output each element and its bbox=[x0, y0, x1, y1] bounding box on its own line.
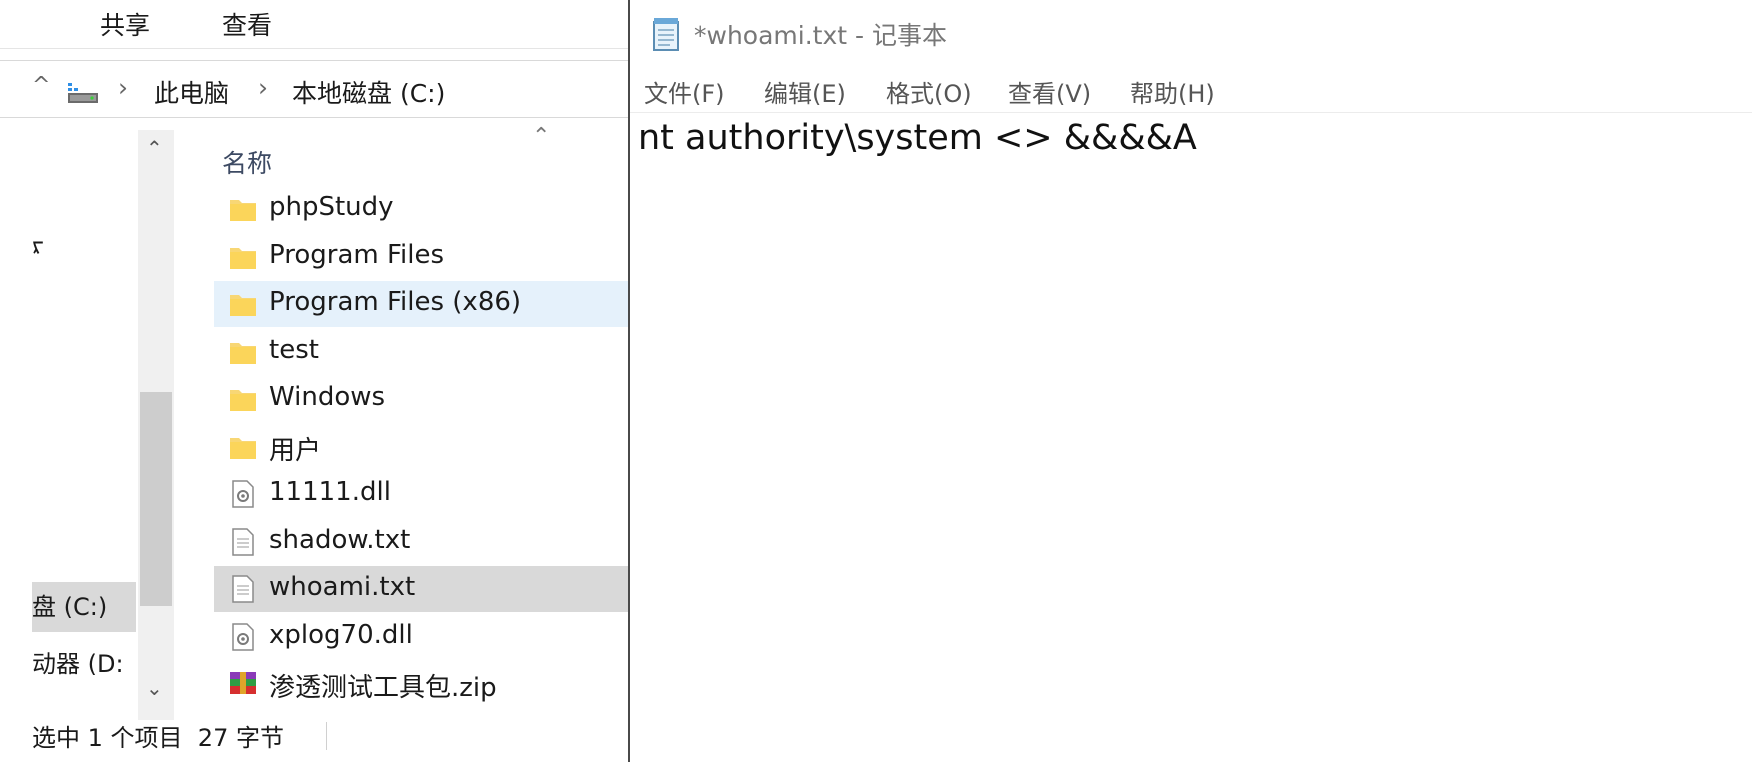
nav-scrollbar-thumb[interactable] bbox=[140, 392, 172, 606]
nav-item-drive-d[interactable]: 动器 (D: bbox=[32, 644, 124, 679]
navigation-pane: ᡵ 盘 (C:) 动器 (D: bbox=[0, 118, 140, 724]
file-name: Windows bbox=[269, 382, 386, 412]
text-file-icon bbox=[232, 527, 254, 556]
sort-ascending-icon: ⌃ bbox=[532, 124, 551, 149]
folder-icon bbox=[230, 437, 256, 459]
breadcrumb-local-disk[interactable]: 本地磁盘 (C:) bbox=[292, 74, 445, 110]
file-row[interactable]: Program Files bbox=[214, 234, 632, 280]
file-explorer-window: 共享 查看 ^ › 此电脑 › 本地磁盘 (C:) ᡵ 盘 (C:) 动器 (D… bbox=[0, 0, 632, 762]
tab-share[interactable]: 共享 bbox=[100, 6, 150, 42]
notepad-window: *whoami.txt - 记事本 文件(F) 编辑(E) 格式(O) 查看(V… bbox=[628, 0, 1752, 762]
tab-view[interactable]: 查看 bbox=[222, 6, 272, 42]
file-row[interactable]: shadow.txt bbox=[214, 519, 632, 565]
menu-help[interactable]: 帮助(H) bbox=[1130, 74, 1215, 109]
folder-icon bbox=[230, 295, 256, 316]
file-name: xplog70.dll bbox=[269, 619, 413, 650]
file-name: phpStudy bbox=[269, 192, 394, 222]
file-name: test bbox=[269, 334, 319, 365]
up-arrow-icon[interactable]: ^ bbox=[32, 73, 50, 98]
menu-file[interactable]: 文件(F) bbox=[644, 74, 725, 109]
file-row[interactable]: 11111.dll bbox=[214, 471, 632, 517]
file-name: Program Files bbox=[269, 239, 445, 270]
chevron-right-icon[interactable]: › bbox=[118, 73, 128, 102]
file-row[interactable]: Program Files (x86) bbox=[214, 281, 632, 327]
nav-item-local-disk-c[interactable]: 盘 (C:) bbox=[32, 582, 136, 632]
menu-bar: 文件(F) 编辑(E) 格式(O) 查看(V) 帮助(H) bbox=[630, 70, 1752, 113]
folder-icon bbox=[230, 200, 256, 221]
scroll-up-icon[interactable]: ⌃ bbox=[146, 136, 163, 160]
status-divider bbox=[326, 722, 327, 750]
file-row[interactable]: xplog70.dll bbox=[214, 614, 632, 660]
file-name: shadow.txt bbox=[269, 524, 411, 555]
folder-icon bbox=[230, 247, 256, 269]
file-row[interactable]: 用户 bbox=[214, 424, 632, 470]
winrar-archive-icon bbox=[230, 672, 256, 694]
menu-view[interactable]: 查看(V) bbox=[1008, 74, 1091, 109]
status-size: 27 字节 bbox=[197, 724, 284, 752]
folder-icon bbox=[230, 342, 256, 364]
file-row[interactable]: phpStudy bbox=[214, 186, 632, 232]
this-pc-drive-icon bbox=[68, 83, 98, 103]
column-header-name[interactable]: 名称 bbox=[222, 144, 272, 180]
file-name: 11111.dll bbox=[269, 477, 391, 507]
address-bar[interactable]: ^ › 此电脑 › 本地磁盘 (C:) bbox=[0, 60, 632, 118]
status-bar: 选中 1 个项目 27 字节 bbox=[32, 718, 284, 753]
window-title: *whoami.txt - 记事本 bbox=[694, 21, 947, 50]
file-name: whoami.txt bbox=[269, 572, 416, 602]
file-row[interactable]: Windows bbox=[214, 376, 632, 422]
status-selection: 选中 1 个项目 bbox=[32, 724, 183, 752]
text-file-icon bbox=[232, 575, 254, 603]
breadcrumb-this-pc[interactable]: 此电脑 bbox=[154, 74, 229, 110]
nav-item-partial[interactable]: ᡵ bbox=[32, 218, 44, 260]
dll-file-icon bbox=[232, 480, 254, 508]
file-name: 用户 bbox=[269, 435, 322, 466]
text-editor-area[interactable]: nt authority\system <> &&&&A bbox=[638, 118, 1197, 158]
file-name: Program Files (x86) bbox=[269, 287, 522, 317]
scroll-down-icon[interactable]: ⌄ bbox=[146, 676, 163, 700]
file-name: 渗透测试工具包.zip bbox=[269, 673, 497, 703]
file-row[interactable]: 渗透测试工具包.zip bbox=[214, 661, 632, 707]
chevron-right-icon[interactable]: › bbox=[258, 73, 268, 102]
dll-file-icon bbox=[232, 622, 254, 651]
notepad-icon bbox=[653, 18, 679, 51]
menu-edit[interactable]: 编辑(E) bbox=[764, 74, 846, 109]
file-row[interactable]: test bbox=[214, 329, 632, 375]
folder-icon bbox=[230, 390, 256, 411]
file-row[interactable]: whoami.txt bbox=[214, 566, 632, 612]
menu-format[interactable]: 格式(O) bbox=[886, 74, 972, 109]
ribbon-tabs: 共享 查看 bbox=[0, 0, 632, 49]
